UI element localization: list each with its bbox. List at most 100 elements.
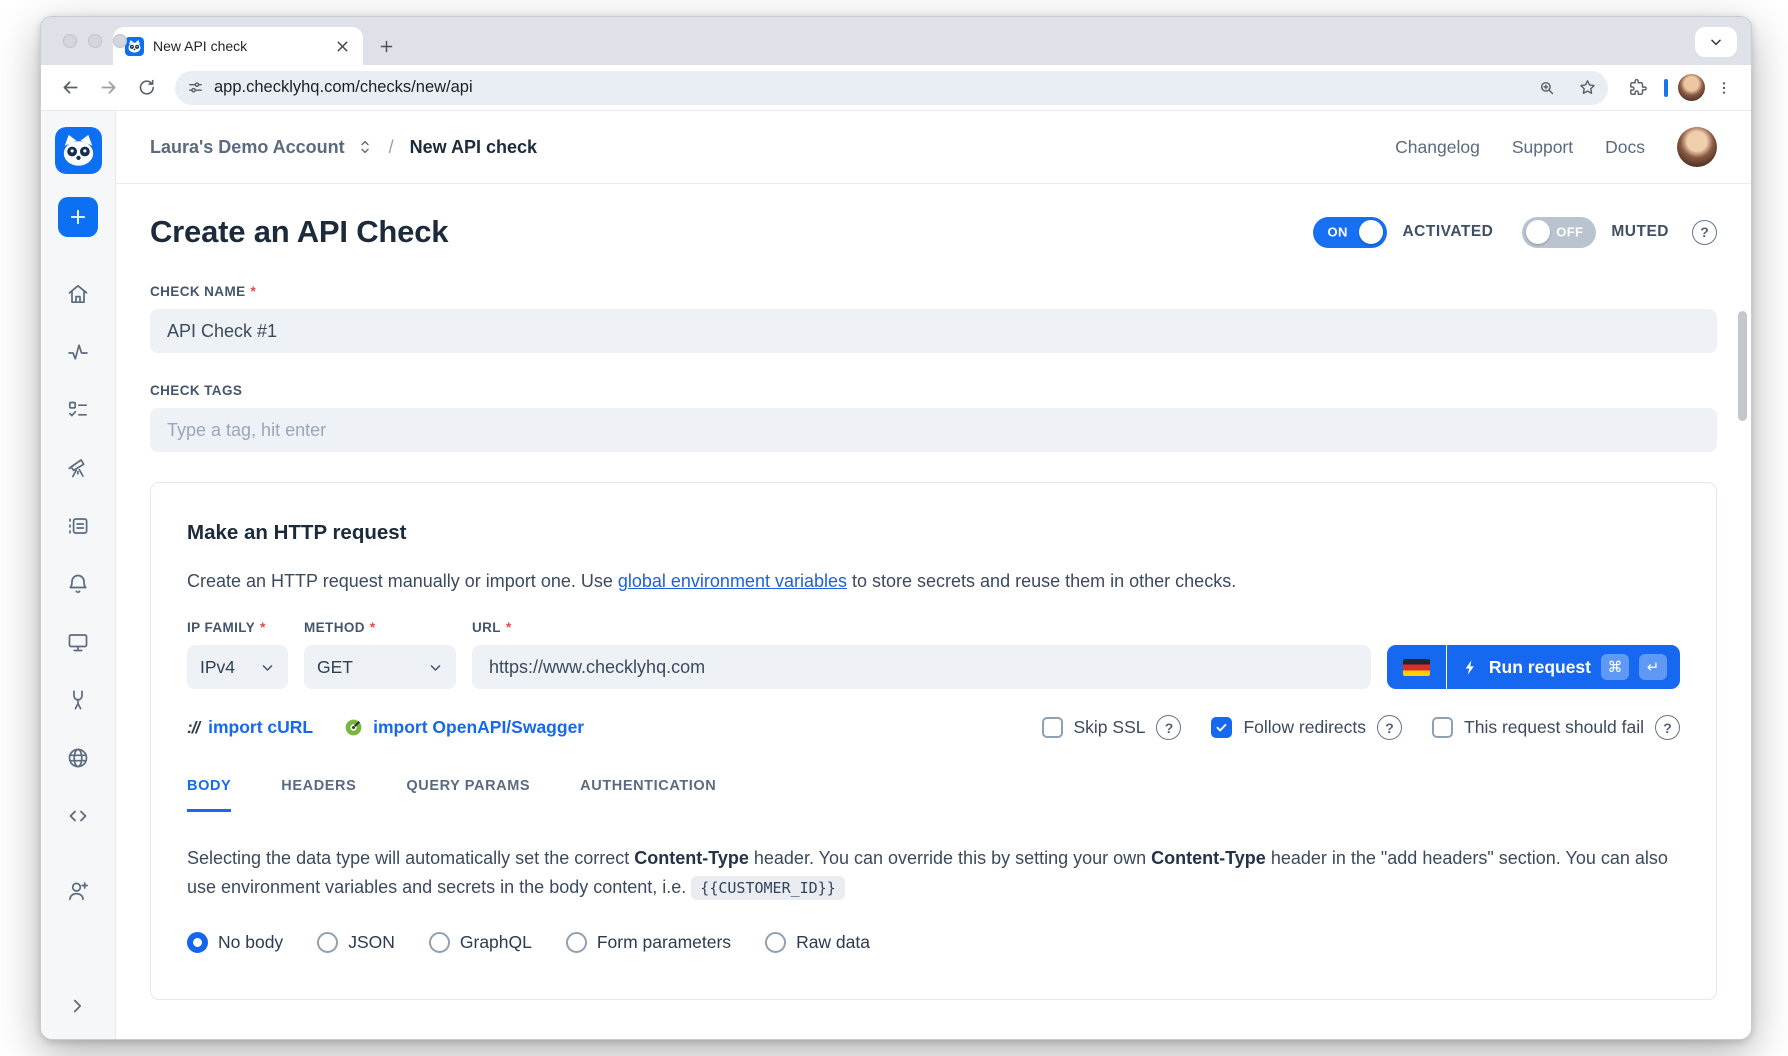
skip-ssl-checkbox[interactable]: [1042, 717, 1063, 738]
body-type-json[interactable]: JSON: [317, 932, 395, 953]
sidebar: [41, 111, 116, 1039]
skip-ssl-help-icon[interactable]: ?: [1156, 715, 1181, 740]
http-request-card: Make an HTTP request Create an HTTP requ…: [150, 482, 1717, 1000]
close-tab-icon[interactable]: [333, 37, 351, 55]
run-request-button[interactable]: Run request ⌘ ↵: [1447, 645, 1680, 689]
tab-query-params[interactable]: QUERY PARAMS: [406, 778, 530, 812]
sidebar-item-snippets[interactable]: [66, 804, 90, 828]
import-openapi-link[interactable]: import OpenAPI/Swagger: [343, 717, 584, 738]
page-title: Create an API Check: [150, 214, 448, 250]
tab-headers[interactable]: HEADERS: [281, 778, 356, 812]
no-body-radio[interactable]: [187, 932, 208, 953]
main-area: Laura's Demo Account / New API check Cha…: [116, 111, 1751, 1039]
request-should-fail-help-icon[interactable]: ?: [1655, 715, 1680, 740]
breadcrumb: Laura's Demo Account / New API check: [150, 137, 537, 158]
extensions-icon[interactable]: [1620, 71, 1654, 105]
back-icon[interactable]: [53, 71, 87, 105]
changelog-link[interactable]: Changelog: [1395, 137, 1480, 158]
ip-family-select[interactable]: IPv4: [187, 645, 288, 689]
sidebar-item-activity[interactable]: [66, 340, 90, 364]
muted-toggle[interactable]: OFF: [1522, 217, 1596, 248]
breadcrumb-separator: /: [389, 137, 394, 158]
skip-ssl-option: Skip SSL ?: [1042, 715, 1182, 740]
app-shell: Laura's Demo Account / New API check Cha…: [41, 111, 1751, 1039]
sidebar-item-status-pages[interactable]: [66, 630, 90, 654]
sidebar-item-alerts[interactable]: [66, 572, 90, 596]
tab-search-button[interactable]: [1695, 27, 1737, 57]
curl-icon: ://: [187, 718, 199, 738]
tab-title: New API check: [153, 38, 324, 54]
sidebar-item-home[interactable]: [66, 282, 90, 306]
follow-redirects-help-icon[interactable]: ?: [1377, 715, 1402, 740]
check-name-input[interactable]: [150, 309, 1717, 353]
url-bar[interactable]: app.checklyhq.com/checks/new/api: [175, 71, 1608, 105]
window-controls[interactable]: [63, 34, 127, 48]
new-tab-button[interactable]: [371, 31, 401, 61]
run-location-button[interactable]: [1387, 645, 1447, 689]
follow-redirects-checkbox[interactable]: [1211, 717, 1232, 738]
muted-label: MUTED: [1611, 223, 1669, 241]
expand-sidebar-icon[interactable]: [66, 995, 90, 1019]
browser-window: New API check app.checklyhq.com/checks/n…: [40, 16, 1752, 1040]
page-content: Create an API Check ON ACTIVATED OFF MUT…: [116, 184, 1751, 1039]
toggles-help-icon[interactable]: ?: [1692, 220, 1717, 245]
browser-profile-avatar[interactable]: [1678, 74, 1705, 101]
sidebar-item-checks[interactable]: [66, 398, 90, 422]
body-type-no-body[interactable]: No body: [187, 932, 283, 953]
request-url-input[interactable]: [472, 645, 1371, 689]
tab-body[interactable]: BODY: [187, 778, 231, 812]
sidebar-item-maintenance[interactable]: [66, 688, 90, 712]
sidebar-item-dashboards[interactable]: [66, 514, 90, 538]
reload-icon[interactable]: [129, 71, 163, 105]
json-radio[interactable]: [317, 932, 338, 953]
method-select[interactable]: GET: [304, 645, 456, 689]
url-label: URL*: [472, 620, 1371, 635]
request-should-fail-checkbox[interactable]: [1432, 717, 1453, 738]
body-type-raw-data[interactable]: Raw data: [765, 932, 870, 953]
bookmark-star-icon[interactable]: [1572, 73, 1602, 103]
account-name[interactable]: Laura's Demo Account: [150, 137, 345, 158]
body-type-graphql[interactable]: GraphQL: [429, 932, 532, 953]
request-should-fail-option: This request should fail ?: [1432, 715, 1680, 740]
checkly-favicon-icon: [125, 37, 144, 56]
check-name-label: CHECK NAME*: [150, 284, 1717, 299]
required-mark: *: [251, 284, 257, 299]
follow-redirects-option: Follow redirects ?: [1211, 715, 1402, 740]
docs-link[interactable]: Docs: [1605, 137, 1645, 158]
user-avatar[interactable]: [1677, 127, 1717, 167]
breadcrumb-current: New API check: [410, 137, 537, 158]
browser-menu-icon[interactable]: [1709, 73, 1739, 103]
support-link[interactable]: Support: [1512, 137, 1573, 158]
account-switcher-icon[interactable]: [357, 138, 373, 156]
ip-family-label: IP FAMILY*: [187, 620, 288, 635]
import-curl-link[interactable]: :// import cURL: [187, 717, 313, 738]
graphql-radio[interactable]: [429, 932, 450, 953]
form-parameters-radio[interactable]: [566, 932, 587, 953]
card-title: Make an HTTP request: [187, 521, 1680, 545]
browser-tab[interactable]: New API check: [113, 27, 363, 65]
tab-authentication[interactable]: AUTHENTICATION: [580, 778, 716, 812]
cmd-key-icon: ⌘: [1601, 654, 1629, 680]
checkly-logo[interactable]: [55, 127, 102, 174]
close-window-button[interactable]: [63, 34, 77, 48]
global-env-vars-link[interactable]: global environment variables: [618, 571, 847, 591]
site-settings-icon[interactable]: [187, 79, 204, 96]
zoom-page-icon[interactable]: [1532, 73, 1562, 103]
body-type-form-parameters[interactable]: Form parameters: [566, 932, 731, 953]
url-text[interactable]: app.checklyhq.com/checks/new/api: [214, 78, 1522, 97]
minimize-window-button[interactable]: [88, 34, 102, 48]
sidebar-item-private-locations[interactable]: [66, 746, 90, 770]
raw-data-radio[interactable]: [765, 932, 786, 953]
profile-indicator: [1664, 79, 1668, 97]
germany-flag-icon: [1403, 659, 1430, 676]
scrollbar-thumb[interactable]: [1738, 311, 1747, 421]
chevron-down-icon: [260, 660, 275, 675]
maximize-window-button[interactable]: [113, 34, 127, 48]
check-tags-input[interactable]: [150, 408, 1717, 452]
create-check-button[interactable]: [58, 197, 98, 237]
card-description: Create an HTTP request manually or impor…: [187, 571, 1680, 592]
sidebar-item-invite-user[interactable]: [66, 879, 90, 903]
forward-icon[interactable]: [91, 71, 125, 105]
activated-toggle[interactable]: ON: [1313, 217, 1387, 248]
sidebar-item-explore[interactable]: [66, 456, 90, 480]
